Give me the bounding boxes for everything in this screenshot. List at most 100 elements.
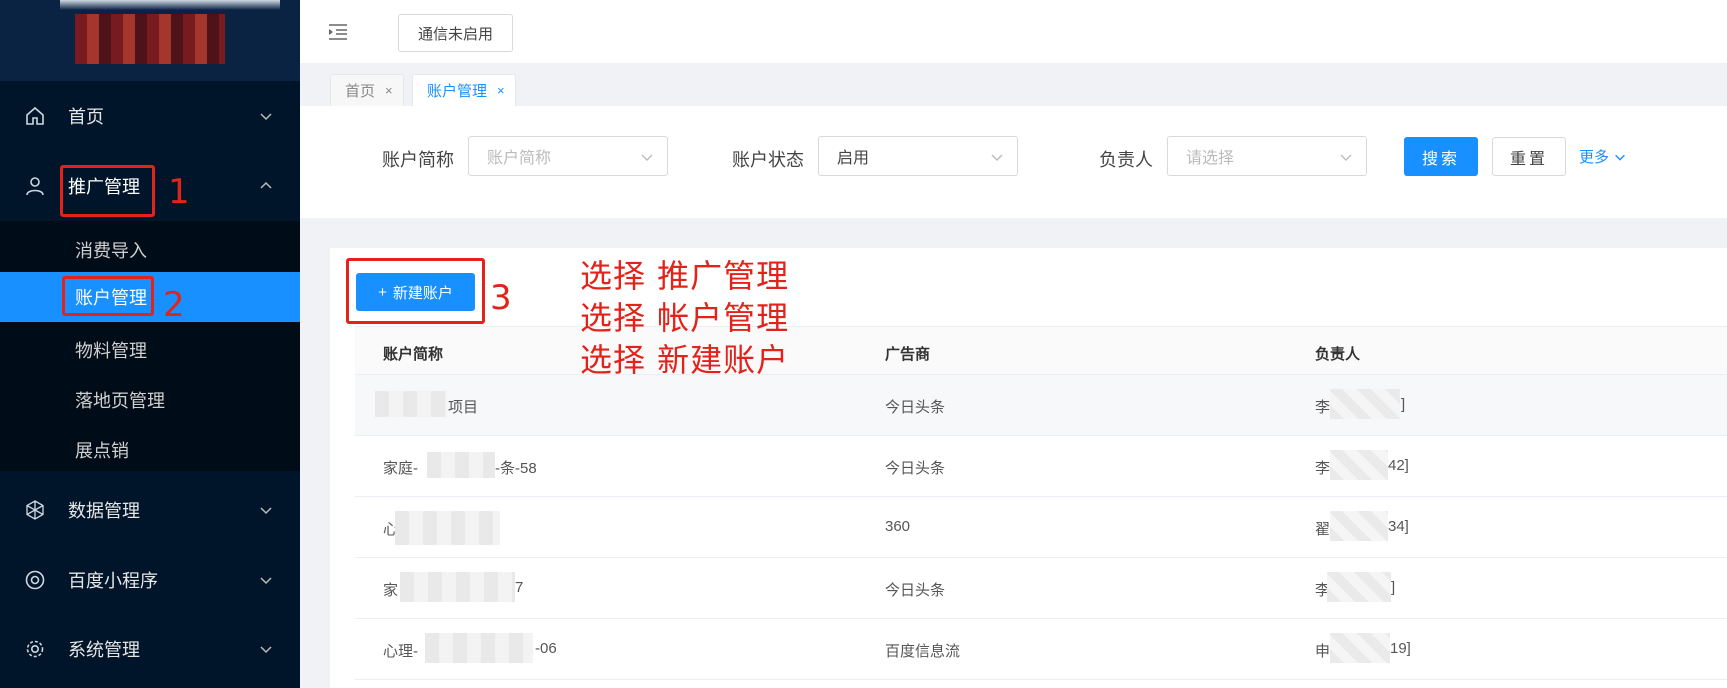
sidebar-item-label: 展点销 — [75, 441, 129, 461]
annotation-note: 选择 推广管理 — [580, 257, 790, 295]
sidebar-item-data[interactable]: 数据管理 — [0, 485, 300, 535]
search-panel: 账户简称 账户简称 账户状态 启用 负责人 请选择 搜索 重置 更多 — [300, 106, 1727, 218]
table-cell-advertiser: 360 — [885, 518, 911, 535]
search-button[interactable]: 搜索 — [1404, 137, 1478, 176]
more-filters-link[interactable]: 更多 — [1579, 146, 1627, 167]
column-header-account: 账户简称 — [383, 346, 444, 363]
communication-status-button[interactable]: 通信未启用 — [398, 14, 513, 52]
table-cell-owner-suffix: 19] — [1390, 640, 1411, 657]
table-cell-owner-suffix: ] — [1391, 579, 1396, 596]
tab-home[interactable]: 首页 × — [330, 74, 404, 106]
sidebar: 首页 推广管理 消费导入 账户管理 物料管理 落地页管理 展点销 数据管理 百度… — [0, 0, 300, 688]
table-cell-owner: 申 — [1315, 643, 1331, 660]
annotation-note: 选择 帐户管理 — [580, 299, 790, 337]
sidebar-subitem-landing-page[interactable]: 落地页管理 — [0, 375, 300, 425]
redacted-blur — [1330, 389, 1400, 419]
redacted-blur — [395, 511, 500, 545]
table-cell-owner: 翟 — [1315, 521, 1331, 538]
sidebar-item-label: 数据管理 — [68, 501, 140, 521]
table-cell-account: 家 — [383, 582, 399, 599]
table-cell-owner-suffix: ] — [1401, 396, 1406, 413]
chevron-down-icon — [260, 646, 272, 654]
tab-bar: 首页 × 账户管理 × — [300, 63, 1727, 106]
table-cell-account: 家庭- — [383, 460, 418, 477]
chevron-down-icon — [991, 154, 1003, 161]
sidebar-item-label: 物料管理 — [75, 341, 147, 361]
column-header-owner: 负责人 — [1315, 346, 1361, 363]
table-cell-account: 项目 — [448, 399, 479, 416]
annotation-number: 1 — [168, 172, 190, 212]
redacted-blur — [1330, 450, 1388, 480]
table-cell-account-suffix: -06 — [535, 640, 557, 657]
sidebar-subitem-exhibition[interactable]: 展点销 — [0, 425, 300, 475]
reset-button[interactable]: 重置 — [1492, 137, 1566, 176]
table-cell-owner-suffix: 34] — [1388, 518, 1409, 535]
table-cell-account-suffix: -条-58 — [495, 460, 537, 477]
account-status-label: 账户状态 — [732, 150, 804, 170]
sidebar-subitem-material[interactable]: 物料管理 — [0, 325, 300, 375]
table-cell-advertiser: 今日头条 — [885, 582, 946, 599]
tab-account-management[interactable]: 账户管理 × — [412, 74, 516, 106]
home-icon — [24, 105, 46, 127]
sidebar-item-home[interactable]: 首页 — [0, 91, 300, 141]
table-row[interactable]: 项目 今日头条 李 ] — [355, 375, 1727, 436]
chevron-up-icon — [260, 181, 272, 189]
sidebar-item-label: 系统管理 — [68, 640, 140, 660]
redacted-blur — [1330, 633, 1390, 663]
redacted-blur — [427, 452, 495, 478]
top-header: 通信未启用 — [300, 0, 1727, 63]
sidebar-item-label: 首页 — [68, 107, 104, 127]
table-cell-account-suffix: 7 — [515, 579, 524, 596]
redacted-blur — [375, 391, 447, 417]
redacted-blur — [400, 572, 515, 602]
more-label: 更多 — [1579, 149, 1610, 166]
redacted-blur — [1327, 572, 1391, 602]
annotation-box-account — [62, 276, 154, 316]
logo-decoration — [60, 0, 280, 10]
table-row[interactable]: 家庭- -条-58 今日头条 李 42] — [355, 436, 1727, 497]
sidebar-item-label: 百度小程序 — [68, 571, 158, 591]
owner-placeholder: 请选择 — [1186, 150, 1235, 167]
account-status-select[interactable]: 启用 — [818, 136, 1018, 176]
table-row[interactable]: 家 7 今日头条 李 ] — [355, 558, 1727, 619]
annotation-box-promotion — [60, 165, 155, 217]
account-name-placeholder: 账户简称 — [487, 150, 552, 167]
tab-label: 账户管理 — [427, 83, 488, 100]
account-name-select[interactable]: 账户简称 — [468, 136, 668, 176]
chevron-down-icon — [260, 507, 272, 515]
user-icon — [24, 175, 46, 197]
tab-label: 首页 — [345, 83, 376, 100]
table-cell-advertiser: 今日头条 — [885, 460, 946, 477]
chevron-down-icon — [260, 577, 272, 585]
table-header: 账户简称 广告商 负责人 — [355, 326, 1727, 375]
annotation-note: 选择 新建账户 — [580, 341, 790, 379]
close-icon[interactable]: × — [385, 83, 393, 98]
annotation-box-new-account — [346, 258, 485, 324]
cube-icon — [24, 499, 46, 521]
table-cell-account: 心理- — [383, 643, 418, 660]
menu-fold-icon[interactable] — [326, 20, 350, 44]
owner-select[interactable]: 请选择 — [1167, 136, 1367, 176]
account-name-label: 账户简称 — [382, 150, 454, 170]
logo — [0, 0, 300, 81]
chevron-down-icon — [1615, 154, 1625, 161]
chevron-down-icon — [260, 113, 272, 121]
table-cell-advertiser: 今日头条 — [885, 399, 946, 416]
gear-icon — [24, 638, 46, 660]
table-cell-advertiser: 百度信息流 — [885, 643, 961, 660]
account-status-value: 启用 — [837, 150, 870, 167]
sidebar-item-baidu-miniprogram[interactable]: 百度小程序 — [0, 555, 300, 605]
logo-image-blurred — [75, 14, 225, 64]
annotation-number: 2 — [163, 285, 185, 325]
close-icon[interactable]: × — [497, 83, 505, 98]
sidebar-item-system[interactable]: 系统管理 — [0, 624, 300, 674]
table-body: 项目 今日头条 李 ] 家庭- -条-58 今日头条 李 42] 心 360 翟 — [355, 375, 1727, 680]
chevron-down-icon — [1340, 154, 1352, 161]
sidebar-item-label: 消费导入 — [75, 241, 147, 261]
annotation-number: 3 — [490, 278, 512, 318]
redacted-blur — [425, 633, 533, 663]
table-row[interactable]: 心 360 翟 34] — [355, 497, 1727, 558]
table-row[interactable]: 心理- -06 百度信息流 申 19] — [355, 619, 1727, 680]
sidebar-subitem-consumption-import[interactable]: 消费导入 — [0, 225, 300, 275]
table-cell-owner: 李 — [1315, 399, 1331, 416]
